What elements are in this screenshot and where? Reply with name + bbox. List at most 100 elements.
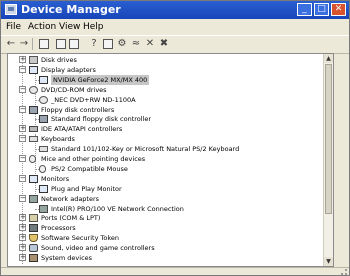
collapse-icon[interactable]: − xyxy=(19,85,26,93)
floppy-icon xyxy=(39,115,48,124)
tree-category-item[interactable]: − Monitors xyxy=(8,174,323,184)
collapse-icon[interactable]: − xyxy=(19,194,26,202)
tree-category-item[interactable]: + IDE ATA/ATAPI controllers xyxy=(8,124,323,134)
tree-category-item[interactable]: − Mice and other pointing devices xyxy=(8,154,323,164)
help-icon[interactable]: ? xyxy=(89,39,99,49)
scroll-thumb[interactable] xyxy=(325,64,332,214)
tree-device-item[interactable]: _NEC DVD+RW ND-1100A xyxy=(8,95,323,105)
maximize-button[interactable]: □ xyxy=(314,3,329,16)
collapse-icon[interactable]: − xyxy=(19,105,26,113)
forward-arrow-icon[interactable]: → xyxy=(19,39,29,49)
expand-icon[interactable]: + xyxy=(19,244,26,252)
toolbar-separator xyxy=(32,38,33,50)
device-manager-app-icon xyxy=(5,4,17,15)
floppy-icon xyxy=(29,105,38,114)
menu-view[interactable]: View xyxy=(59,22,80,32)
collapse-icon[interactable]: − xyxy=(19,155,26,162)
disc-icon xyxy=(29,85,38,94)
menu-file[interactable]: File xyxy=(6,22,21,32)
tree-category-item[interactable]: − Display adapters xyxy=(8,65,323,75)
scan-hardware-icon[interactable]: ⚙ xyxy=(117,39,127,49)
shield-icon xyxy=(29,234,38,243)
menu-action[interactable]: Action xyxy=(28,22,56,32)
tree-device-item[interactable]: PS/2 Compatible Mouse xyxy=(8,164,323,174)
toolbar: ← → ? ⚙ ≈ ✕ ✖ xyxy=(1,35,349,54)
tree-item-label: Software Security Token xyxy=(41,234,119,243)
menu-help[interactable]: Help xyxy=(83,22,104,32)
vertical-scrollbar[interactable]: ▲ ▼ xyxy=(323,54,333,266)
tree-device-item[interactable]: Standard floppy disk controller xyxy=(8,114,323,124)
tree-category-item[interactable]: − Keyboards xyxy=(8,134,323,144)
title-bar[interactable]: Device Manager _ □ ✕ xyxy=(1,1,349,19)
tree-item-label: _NEC DVD+RW ND-1100A xyxy=(51,95,136,104)
tree-item-label: DVD/CD-ROM drives xyxy=(41,85,107,94)
scroll-down-icon[interactable]: ▼ xyxy=(324,257,333,266)
tree-category-item[interactable]: + Sound, video and game controllers xyxy=(8,243,323,253)
tree-category-item[interactable]: − Floppy disk controllers xyxy=(8,105,323,115)
network-icon xyxy=(39,204,48,213)
expand-icon[interactable]: + xyxy=(19,56,26,63)
tree-item-label: Mice and other pointing devices xyxy=(41,155,146,163)
close-button[interactable]: ✕ xyxy=(331,3,346,16)
minimize-button[interactable]: _ xyxy=(297,3,312,16)
back-arrow-icon[interactable]: ← xyxy=(6,39,16,49)
monitor-icon xyxy=(29,174,38,183)
tree-category-item[interactable]: + Processors xyxy=(8,223,323,233)
tree-item-label: Standard floppy disk controller xyxy=(51,115,152,124)
tree-item-label: Ports (COM & LPT) xyxy=(41,214,101,223)
tree-item-label: Sound, video and game controllers xyxy=(41,244,155,253)
menu-bar: File Action View Help xyxy=(1,19,349,35)
tree-category-item[interactable]: − Network adapters xyxy=(8,194,323,204)
tree-device-item[interactable]: Plug and Play Monitor xyxy=(8,184,323,194)
port-icon xyxy=(29,214,38,223)
tree-category-item[interactable]: − DVD/CD-ROM drives xyxy=(8,85,323,95)
disable-device-icon[interactable]: ✕ xyxy=(145,39,155,49)
tree-category-item[interactable]: + Disk drives xyxy=(8,55,323,65)
expand-icon[interactable]: + xyxy=(19,224,26,232)
tree-item-label: Monitors xyxy=(41,174,70,183)
tree-item-label: Keyboards xyxy=(41,135,75,144)
collapse-icon[interactable]: − xyxy=(19,65,26,73)
keyboard-icon xyxy=(39,146,48,153)
tree-device-item[interactable]: NVIDIA GeForce2 MX/MX 400 xyxy=(8,74,323,85)
tree-device-item[interactable]: Standard 101/102-Key or Microsoft Natura… xyxy=(8,144,323,154)
print-icon[interactable] xyxy=(69,39,79,49)
collapse-icon[interactable]: − xyxy=(19,135,26,143)
uninstall-device-icon[interactable]: ✖ xyxy=(159,39,169,49)
tree-item-label: Disk drives xyxy=(41,56,77,64)
collapse-icon[interactable]: − xyxy=(19,174,26,182)
disc-icon xyxy=(39,95,48,104)
properties-icon[interactable] xyxy=(56,39,66,49)
expand-icon[interactable]: + xyxy=(19,254,26,261)
help-topics-icon[interactable] xyxy=(103,39,113,49)
tree-category-item[interactable]: + Ports (COM & LPT) xyxy=(8,213,323,223)
expand-icon[interactable]: + xyxy=(19,125,26,133)
tree-item-label: Plug and Play Monitor xyxy=(51,184,122,193)
monitor-icon xyxy=(39,184,48,193)
tree-device-item[interactable]: Intel(R) PRO/100 VE Network Connection xyxy=(8,204,323,214)
status-bar xyxy=(1,267,349,275)
tree-item-label: NVIDIA GeForce2 MX/MX 400 xyxy=(51,74,150,85)
tree-item-label: Network adapters xyxy=(41,194,100,203)
tree-category-item[interactable]: + Software Security Token xyxy=(8,233,323,243)
tree-item-label: Standard 101/102-Key or Microsoft Natura… xyxy=(51,145,240,154)
tree-item-label: System devices xyxy=(41,254,93,262)
show-hide-console-tree-icon[interactable] xyxy=(39,39,49,49)
device-tree[interactable]: + Disk drives − Display adapters NVIDIA GeFo… xyxy=(7,53,334,267)
tree-item-label: Floppy disk controllers xyxy=(41,105,115,114)
cpu-icon xyxy=(29,224,38,233)
speaker-icon xyxy=(29,244,38,253)
expand-icon[interactable]: + xyxy=(19,234,26,242)
expand-icon[interactable]: + xyxy=(19,214,26,222)
tree-category-item[interactable]: + System devices xyxy=(8,253,323,263)
network-icon xyxy=(29,194,38,203)
device-manager-window: Device Manager _ □ ✕ File Action View He… xyxy=(0,0,350,276)
update-driver-icon[interactable]: ≈ xyxy=(131,39,141,49)
drive-icon xyxy=(29,56,38,64)
tree-item-label: Intel(R) PRO/100 VE Network Connection xyxy=(51,204,184,213)
tree-item-label: IDE ATA/ATAPI controllers xyxy=(41,125,123,134)
resize-grip-icon[interactable] xyxy=(341,269,347,275)
ide-icon xyxy=(29,126,38,133)
scroll-up-icon[interactable]: ▲ xyxy=(324,54,333,63)
chip-icon xyxy=(29,254,38,262)
